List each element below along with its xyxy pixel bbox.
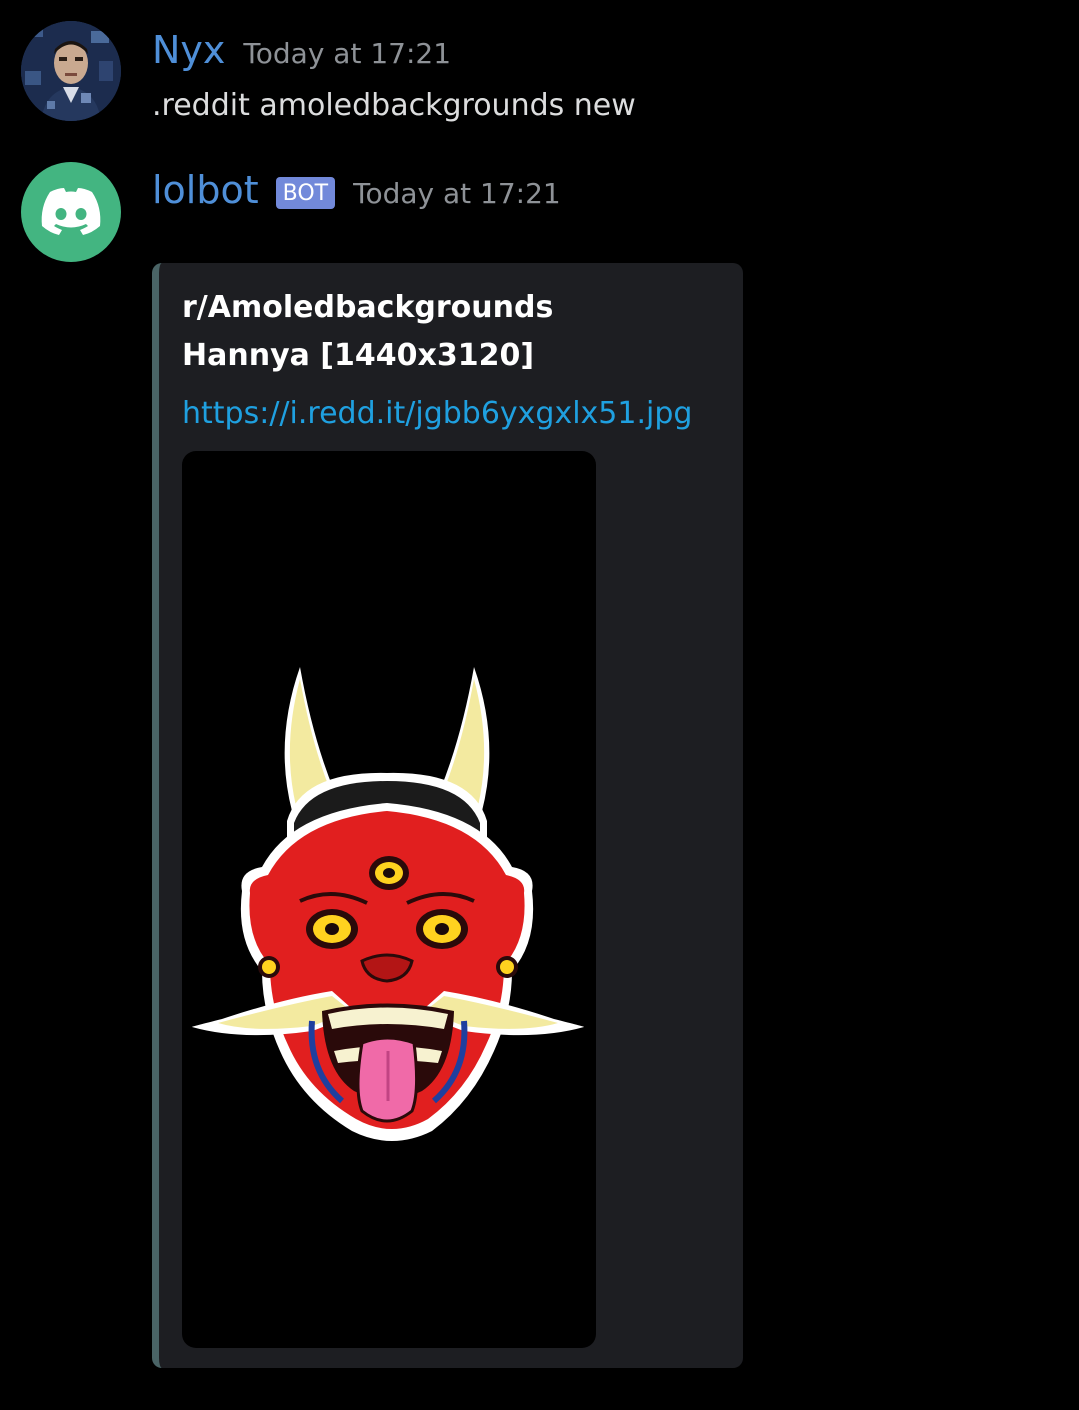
hannya-mask-image[interactable]: [182, 451, 596, 1348]
discord-logo-icon: [41, 188, 101, 235]
bot-avatar[interactable]: [21, 162, 121, 262]
timestamp: Today at 17:21: [353, 177, 561, 210]
reddit-embed: r/Amoledbackgrounds Hannya [1440x3120] h…: [152, 263, 743, 1368]
embed-title: Hannya [1440x3120]: [182, 338, 535, 373]
timestamp: Today at 17:21: [243, 37, 452, 70]
embed-link[interactable]: https://i.redd.it/jgbb6yxgxlx51.jpg: [182, 396, 692, 431]
embed-author[interactable]: r/Amoledbackgrounds: [182, 290, 553, 325]
chat-view: Nyx Today at 17:21 .reddit amoledbackgro…: [0, 0, 1079, 1410]
message-text: .reddit amoledbackgrounds new: [152, 88, 636, 123]
username[interactable]: Nyx: [152, 28, 225, 72]
username[interactable]: lolbot: [152, 168, 259, 212]
user-avatar[interactable]: [21, 21, 121, 121]
bot-badge: BOT: [275, 177, 336, 209]
message-header: lolbot BOT Today at 17:21: [152, 168, 561, 212]
message-header: Nyx Today at 17:21: [152, 28, 451, 72]
